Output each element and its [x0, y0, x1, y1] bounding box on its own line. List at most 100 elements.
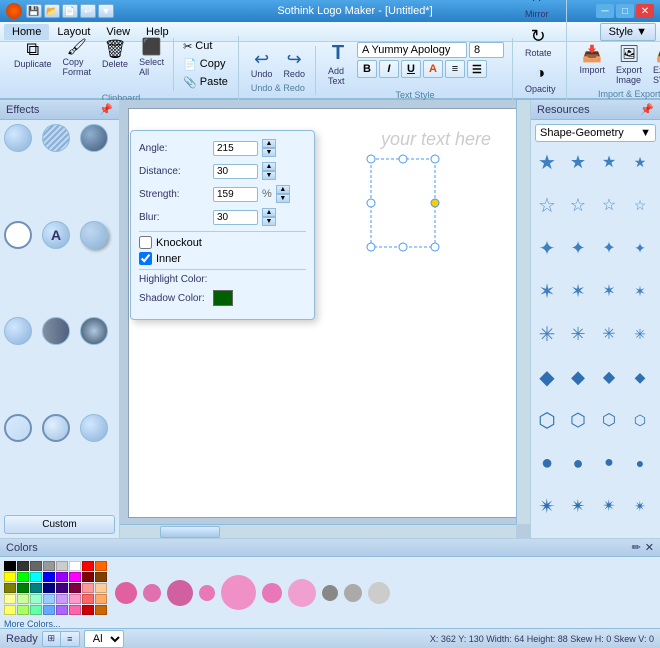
- shape-4star-3[interactable]: ✦: [597, 236, 621, 260]
- color-cell-3[interactable]: [43, 561, 55, 571]
- color-cell-36[interactable]: [56, 605, 68, 615]
- color-cell-24[interactable]: [4, 594, 16, 604]
- effect-e4[interactable]: [4, 414, 32, 442]
- color-cell-21[interactable]: [69, 583, 81, 593]
- color-cell-2[interactable]: [30, 561, 42, 571]
- add-text-button[interactable]: T Add Text: [324, 40, 352, 88]
- horizontal-scrollbar[interactable]: [120, 524, 516, 538]
- cut-button[interactable]: ✂ Cut: [179, 38, 232, 55]
- angle-down-btn[interactable]: ▼: [262, 148, 276, 157]
- copy-button[interactable]: 📄 Copy: [179, 56, 232, 73]
- color-cell-4[interactable]: [56, 561, 68, 571]
- color-cell-20[interactable]: [56, 583, 68, 593]
- shape-hex-3[interactable]: ⬡: [597, 408, 621, 432]
- vertical-scrollbar[interactable]: [516, 100, 530, 524]
- color-cell-26[interactable]: [30, 594, 42, 604]
- shape-circle-2[interactable]: ●: [566, 451, 590, 475]
- delete-button[interactable]: 🗑 Delete: [98, 38, 132, 71]
- shape-5star-1[interactable]: ★: [535, 150, 559, 174]
- effect-outlined[interactable]: [4, 221, 32, 249]
- angle-up-btn[interactable]: ▲: [262, 139, 276, 148]
- export-image-button[interactable]: 🖼 ExportImage: [612, 42, 646, 87]
- style-dropdown[interactable]: Style ▼: [600, 23, 656, 41]
- strength-down-btn[interactable]: ▼: [276, 194, 290, 203]
- distance-input[interactable]: [213, 164, 258, 179]
- strength-up-btn[interactable]: ▲: [276, 185, 290, 194]
- shape-diamond-2[interactable]: ◆: [566, 365, 590, 389]
- shape-burst-4[interactable]: ✳: [628, 322, 652, 346]
- color-bubble-0[interactable]: [115, 582, 137, 604]
- shape-5star-outline-4[interactable]: ☆: [628, 193, 652, 217]
- color-cell-29[interactable]: [69, 594, 81, 604]
- horizontal-scroll-thumb[interactable]: [160, 526, 220, 538]
- strength-input[interactable]: [213, 187, 258, 202]
- grid-view-button[interactable]: ⊞: [43, 632, 61, 646]
- effect-letter[interactable]: A: [42, 221, 70, 249]
- effect-e3[interactable]: [80, 317, 108, 345]
- distance-down-btn[interactable]: ▼: [262, 171, 276, 180]
- effect-e2[interactable]: [42, 317, 70, 345]
- shape-6star-1[interactable]: ✶: [535, 279, 559, 303]
- color-cell-25[interactable]: [17, 594, 29, 604]
- align-center-button[interactable]: ☰: [467, 60, 487, 78]
- color-cell-23[interactable]: [95, 583, 107, 593]
- effect-plain[interactable]: [4, 124, 32, 152]
- shape-hex-1[interactable]: ⬡: [535, 408, 559, 432]
- blur-down-btn[interactable]: ▼: [262, 217, 276, 226]
- more-colors-button[interactable]: More Colors...: [4, 617, 107, 628]
- angle-input[interactable]: [213, 141, 258, 156]
- color-bubble-3[interactable]: [199, 585, 215, 601]
- shape-circle-1[interactable]: ●: [535, 451, 559, 475]
- color-cell-27[interactable]: [43, 594, 55, 604]
- color-cell-19[interactable]: [43, 583, 55, 593]
- color-cell-8[interactable]: [4, 572, 16, 582]
- knockout-checkbox[interactable]: [139, 236, 152, 249]
- maximize-button[interactable]: □: [616, 4, 634, 18]
- effect-e6[interactable]: [80, 414, 108, 442]
- undo-button[interactable]: ↩ Undo: [247, 48, 277, 81]
- dropdown-quick-btn[interactable]: ▼: [98, 4, 114, 18]
- color-bubble-6[interactable]: [288, 579, 316, 607]
- shape-burst-1[interactable]: ✳: [535, 322, 559, 346]
- shape-5star-2[interactable]: ★: [566, 150, 590, 174]
- close-button[interactable]: ✕: [636, 4, 654, 18]
- color-cell-35[interactable]: [43, 605, 55, 615]
- inner-checkbox[interactable]: [139, 252, 152, 265]
- copy-format-button[interactable]: 🖌 CopyFormat: [59, 38, 96, 79]
- effect-shadow[interactable]: [80, 221, 108, 249]
- shape-4star-1[interactable]: ✦: [535, 236, 559, 260]
- color-cell-10[interactable]: [30, 572, 42, 582]
- color-cell-33[interactable]: [17, 605, 29, 615]
- text-color-button[interactable]: A: [423, 60, 443, 78]
- color-cell-12[interactable]: [56, 572, 68, 582]
- color-cell-15[interactable]: [95, 572, 107, 582]
- minimize-button[interactable]: ─: [596, 4, 614, 18]
- mirror-button[interactable]: ⇔ Mirror: [521, 0, 553, 21]
- underline-button[interactable]: U: [401, 60, 421, 78]
- color-bubble-9[interactable]: [368, 582, 390, 604]
- color-cell-31[interactable]: [95, 594, 107, 604]
- open-quick-btn[interactable]: 📂: [44, 4, 60, 18]
- shape-6star-3[interactable]: ✶: [597, 279, 621, 303]
- list-view-button[interactable]: ≡: [61, 632, 79, 646]
- save-quick-btn[interactable]: 💾: [26, 4, 42, 18]
- shape-diamond-3[interactable]: ◆: [597, 365, 621, 389]
- bold-button[interactable]: B: [357, 60, 377, 78]
- color-cell-28[interactable]: [56, 594, 68, 604]
- shape-circle-3[interactable]: ●: [597, 451, 621, 475]
- shape-8star-3[interactable]: ✴: [597, 494, 621, 518]
- opacity-button[interactable]: ◑ Opacity: [521, 63, 560, 96]
- shape-8star-1[interactable]: ✴: [535, 494, 559, 518]
- rotate-button[interactable]: ↻ Rotate: [521, 24, 556, 60]
- color-cell-17[interactable]: [17, 583, 29, 593]
- color-cell-6[interactable]: [82, 561, 94, 571]
- font-size-input[interactable]: [469, 42, 504, 58]
- align-left-button[interactable]: ≡: [445, 60, 465, 78]
- color-cell-32[interactable]: [4, 605, 16, 615]
- color-bubble-7[interactable]: [322, 585, 338, 601]
- duplicate-button[interactable]: ⧉ Duplicate: [10, 38, 56, 71]
- shape-burst-2[interactable]: ✳: [566, 322, 590, 346]
- italic-button[interactable]: I: [379, 60, 399, 78]
- color-cell-7[interactable]: [95, 561, 107, 571]
- color-cell-14[interactable]: [82, 572, 94, 582]
